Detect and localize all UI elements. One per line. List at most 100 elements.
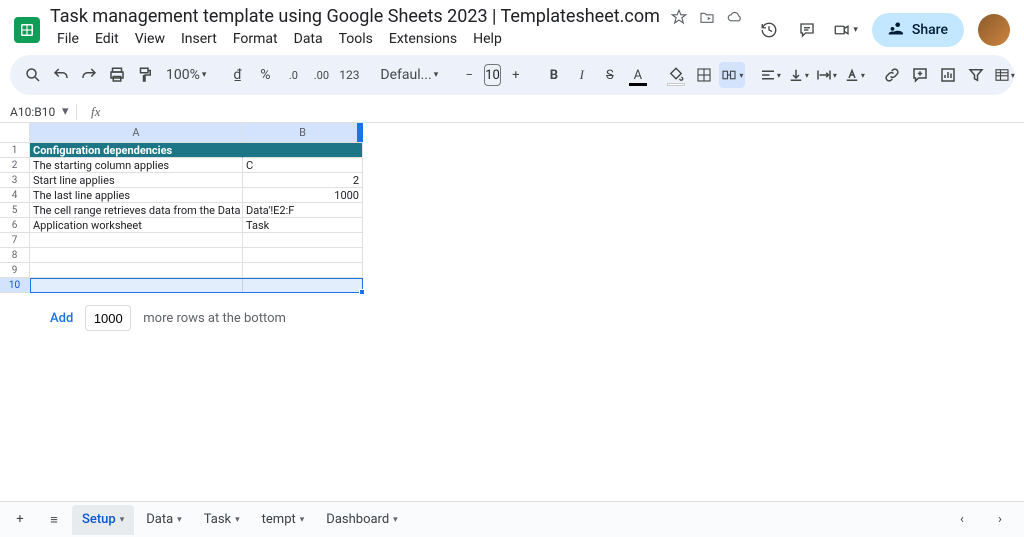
insert-link-button[interactable] xyxy=(879,62,905,88)
cell[interactable] xyxy=(243,263,363,278)
vertical-align-button[interactable]: ▾ xyxy=(785,62,811,88)
bold-button[interactable]: B xyxy=(541,62,567,88)
name-box[interactable]: A10:B10 xyxy=(4,105,62,119)
scroll-tabs-left-icon[interactable]: ‹ xyxy=(946,505,978,535)
cloud-icon[interactable] xyxy=(726,8,744,26)
cell[interactable]: Data'!E2:F xyxy=(243,203,363,218)
cell[interactable] xyxy=(30,233,243,248)
filter-views-button[interactable]: ▾ xyxy=(991,62,1017,88)
sheet-tab[interactable]: Task▾ xyxy=(194,505,250,535)
row-header[interactable]: 8 xyxy=(0,248,30,263)
cell[interactable]: 1000 xyxy=(243,188,363,203)
menu-data[interactable]: Data xyxy=(287,29,330,49)
percent-format-button[interactable]: % xyxy=(252,62,278,88)
sheets-logo[interactable] xyxy=(14,17,40,43)
menu-file[interactable]: File xyxy=(50,29,86,49)
font-size-input[interactable]: 10 xyxy=(484,64,501,86)
menu-tools[interactable]: Tools xyxy=(332,29,380,49)
insert-chart-button[interactable] xyxy=(935,62,961,88)
undo-icon[interactable] xyxy=(48,62,74,88)
row-header[interactable]: 3 xyxy=(0,173,30,188)
row-header[interactable]: 10 xyxy=(0,278,30,293)
cell[interactable]: 2 xyxy=(243,173,363,188)
column-header-a[interactable]: A xyxy=(30,123,243,143)
cell[interactable]: Task xyxy=(243,218,363,233)
cell[interactable] xyxy=(243,233,363,248)
cell[interactable]: The starting column applies xyxy=(30,158,243,173)
menu-extensions[interactable]: Extensions xyxy=(382,29,464,49)
move-icon[interactable] xyxy=(698,8,716,26)
sheet-tab-caret-icon[interactable]: ▾ xyxy=(235,515,240,525)
text-wrap-button[interactable]: ▾ xyxy=(813,62,839,88)
cell[interactable]: The cell range retrieves data from the D… xyxy=(30,203,243,218)
increase-decimal-button[interactable]: .00 xyxy=(308,62,334,88)
print-icon[interactable] xyxy=(104,62,130,88)
cell[interactable] xyxy=(30,278,243,293)
comment-icon[interactable] xyxy=(795,18,819,42)
scroll-tabs-right-icon[interactable]: › xyxy=(984,505,1016,535)
column-header-b[interactable]: B xyxy=(243,123,363,143)
sheet-tab[interactable]: tempt▾ xyxy=(252,505,315,535)
sheet-tab[interactable]: Dashboard▾ xyxy=(316,505,407,535)
cell[interactable] xyxy=(30,248,243,263)
spreadsheet-grid[interactable]: A B 1Configuration dependencies2The star… xyxy=(0,123,1024,501)
add-rows-button[interactable]: Add xyxy=(50,311,73,326)
font-dropdown[interactable]: Defaul...▾ xyxy=(374,67,444,83)
sheet-tab-caret-icon[interactable]: ▾ xyxy=(393,515,398,525)
meet-icon[interactable]: ▾ xyxy=(833,18,858,42)
menu-insert[interactable]: Insert xyxy=(174,29,224,49)
cell[interactable]: The last line applies xyxy=(30,188,243,203)
menu-edit[interactable]: Edit xyxy=(88,29,126,49)
filter-button[interactable] xyxy=(963,62,989,88)
cell[interactable]: Start line applies xyxy=(30,173,243,188)
cell[interactable]: C xyxy=(243,158,363,173)
row-header[interactable]: 6 xyxy=(0,218,30,233)
decrease-decimal-button[interactable]: .0 xyxy=(280,62,306,88)
account-avatar[interactable] xyxy=(978,14,1010,46)
share-button[interactable]: Share xyxy=(872,13,964,47)
history-icon[interactable] xyxy=(757,18,781,42)
functions-button[interactable]: Σ xyxy=(1019,62,1024,88)
row-header[interactable]: 4 xyxy=(0,188,30,203)
paint-format-icon[interactable] xyxy=(132,62,158,88)
row-header[interactable]: 5 xyxy=(0,203,30,218)
sheet-tab-caret-icon[interactable]: ▾ xyxy=(300,515,305,525)
row-header[interactable]: 1 xyxy=(0,143,30,158)
borders-button[interactable] xyxy=(691,62,717,88)
name-box-dropdown-icon[interactable]: ▾ xyxy=(62,104,76,119)
search-menus-icon[interactable] xyxy=(20,62,46,88)
sheet-tab[interactable]: Setup▾ xyxy=(72,505,134,535)
column-resize-handle[interactable] xyxy=(357,123,363,142)
text-color-button[interactable]: A xyxy=(625,62,651,88)
star-icon[interactable] xyxy=(670,8,688,26)
row-header[interactable]: 2 xyxy=(0,158,30,173)
add-sheet-button[interactable]: + xyxy=(4,505,36,535)
strikethrough-button[interactable]: S xyxy=(597,62,623,88)
currency-format-button[interactable]: ₫ xyxy=(224,62,250,88)
decrease-font-size-button[interactable]: − xyxy=(456,62,482,88)
menu-help[interactable]: Help xyxy=(466,29,509,49)
more-formats-button[interactable]: 123 xyxy=(336,62,362,88)
cell[interactable]: Configuration dependencies xyxy=(30,143,243,158)
document-title[interactable]: Task management template using Google Sh… xyxy=(50,6,660,27)
menu-format[interactable]: Format xyxy=(226,29,285,49)
horizontal-align-button[interactable]: ▾ xyxy=(757,62,783,88)
fill-color-button[interactable] xyxy=(663,62,689,88)
sheet-tab-caret-icon[interactable]: ▾ xyxy=(120,515,125,525)
cell[interactable] xyxy=(30,263,243,278)
add-rows-count-input[interactable] xyxy=(85,305,131,331)
formula-bar[interactable] xyxy=(108,101,1024,122)
row-header[interactable]: 9 xyxy=(0,263,30,278)
menu-view[interactable]: View xyxy=(128,29,172,49)
merge-cells-button[interactable]: ▾ xyxy=(719,62,745,88)
all-sheets-button[interactable]: ≡ xyxy=(38,505,70,535)
zoom-dropdown[interactable]: 100%▾ xyxy=(160,67,212,83)
insert-comment-button[interactable] xyxy=(907,62,933,88)
select-all-corner[interactable] xyxy=(0,123,30,143)
sheet-tab-caret-icon[interactable]: ▾ xyxy=(177,515,182,525)
cell[interactable] xyxy=(243,248,363,263)
row-header[interactable]: 7 xyxy=(0,233,30,248)
cell[interactable] xyxy=(243,278,363,293)
redo-icon[interactable] xyxy=(76,62,102,88)
sheet-tab[interactable]: Data▾ xyxy=(136,505,191,535)
